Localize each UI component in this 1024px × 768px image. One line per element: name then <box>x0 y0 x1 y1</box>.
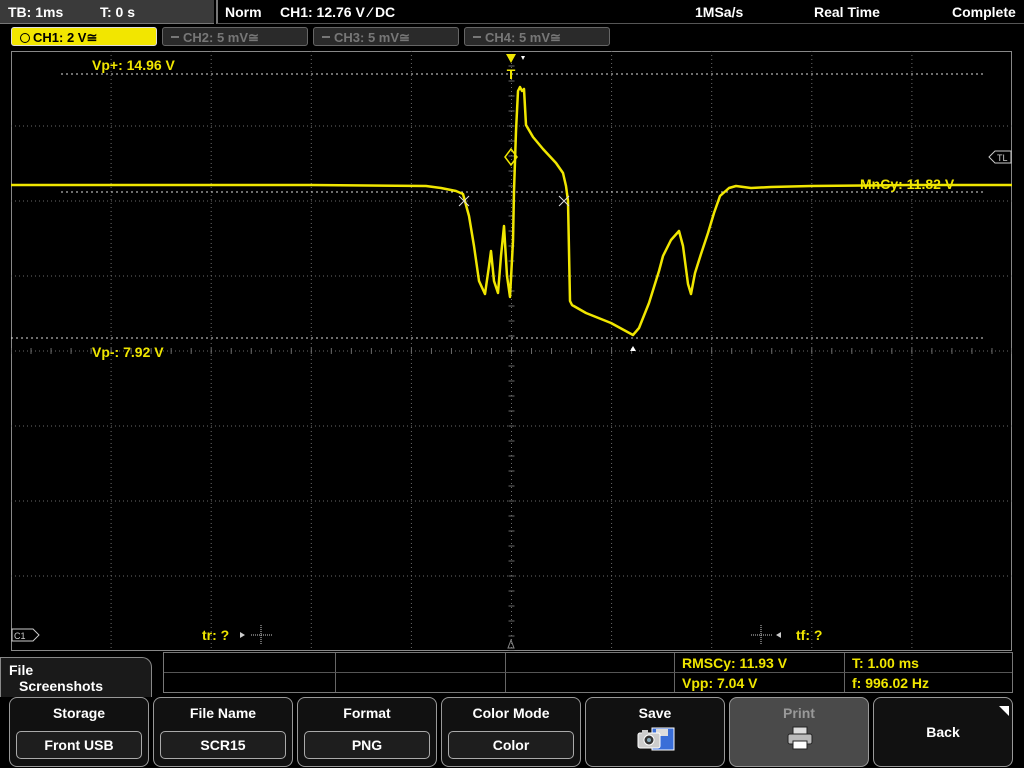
period-measurement: T: 1.00 ms <box>852 655 919 671</box>
tab-ch2-label: CH2: 5 mV≅ <box>183 30 259 45</box>
menu-title-line2: Screenshots <box>19 678 104 694</box>
trigger-level-label: TL <box>997 153 1008 163</box>
timebase-label: TB: 1ms <box>8 4 64 20</box>
back-label: Back <box>926 724 960 740</box>
trigger-mode-label: Norm <box>225 4 262 20</box>
dash-icon <box>473 36 481 38</box>
vpp-measurement: Vpp: 7.04 V <box>682 675 758 691</box>
acquisition-state-label: Complete <box>952 4 1016 20</box>
print-label: Print <box>783 705 815 721</box>
tab-ch1-label: CH1: 2 V≅ <box>33 30 98 45</box>
menu-title-line1: File <box>9 662 34 678</box>
trigger-marker-label: T <box>507 66 516 82</box>
save-camera-icon <box>637 727 675 751</box>
acquisition-mode-label: Real Time <box>814 4 880 20</box>
tab-ch4-label: CH4: 5 mV≅ <box>485 30 561 45</box>
tab-ch1[interactable]: CH1: 2 V≅ <box>11 27 157 46</box>
format-value: PNG <box>304 731 430 759</box>
tab-ch4[interactable]: CH4: 5 mV≅ <box>464 27 610 46</box>
color-mode-button[interactable]: Color Mode Color <box>441 697 581 767</box>
menu-title: File Screenshots <box>0 657 152 697</box>
format-label: Format <box>343 705 391 721</box>
color-mode-label: Color Mode <box>472 705 550 721</box>
fall-time-label: tf: ? <box>796 627 823 643</box>
dash-icon <box>322 36 330 38</box>
measurement-panel: RMSCy: 11.93 V Vpp: 7.04 V T: 1.00 ms f:… <box>163 652 1013 693</box>
print-button[interactable]: Print <box>729 697 869 767</box>
channel-offset-label: C1 <box>14 631 26 641</box>
storage-button[interactable]: Storage Front USB <box>9 697 149 767</box>
storage-label: Storage <box>52 705 106 721</box>
printer-icon <box>787 726 813 750</box>
radio-circle-icon <box>20 33 30 43</box>
storage-value: Front USB <box>16 731 142 759</box>
sample-rate-label: 1MSa/s <box>695 4 744 20</box>
mncy-label: MnCy: 11.82 V <box>860 176 955 192</box>
trigger-info-label: CH1: 12.76 V ⁄ DC <box>280 4 396 20</box>
vp-minus-label: Vp-: 7.92 V <box>92 344 164 360</box>
rmscy-measurement: RMSCy: 11.93 V <box>682 655 788 671</box>
file-name-button[interactable]: File Name SCR15 <box>153 697 293 767</box>
divider <box>164 672 1012 673</box>
file-name-label: File Name <box>189 705 257 721</box>
save-button[interactable]: Save <box>585 697 725 767</box>
rise-time-label: tr: ? <box>202 627 230 643</box>
tab-ch3-label: CH3: 5 mV≅ <box>334 30 410 45</box>
vp-plus-label: Vp+: 14.96 V <box>92 57 175 73</box>
back-button[interactable]: Back <box>873 697 1013 767</box>
color-mode-value: Color <box>448 731 574 759</box>
format-button[interactable]: Format PNG <box>297 697 437 767</box>
frequency-measurement: f: 996.02 Hz <box>852 675 930 691</box>
file-name-value: SCR15 <box>160 731 286 759</box>
tab-ch3[interactable]: CH3: 5 mV≅ <box>313 27 459 46</box>
dash-icon <box>171 36 179 38</box>
trigger-time-label: T: 0 s <box>100 4 136 20</box>
corner-triangle-icon <box>999 706 1009 716</box>
tab-ch2[interactable]: CH2: 5 mV≅ <box>162 27 308 46</box>
save-label: Save <box>638 705 672 721</box>
